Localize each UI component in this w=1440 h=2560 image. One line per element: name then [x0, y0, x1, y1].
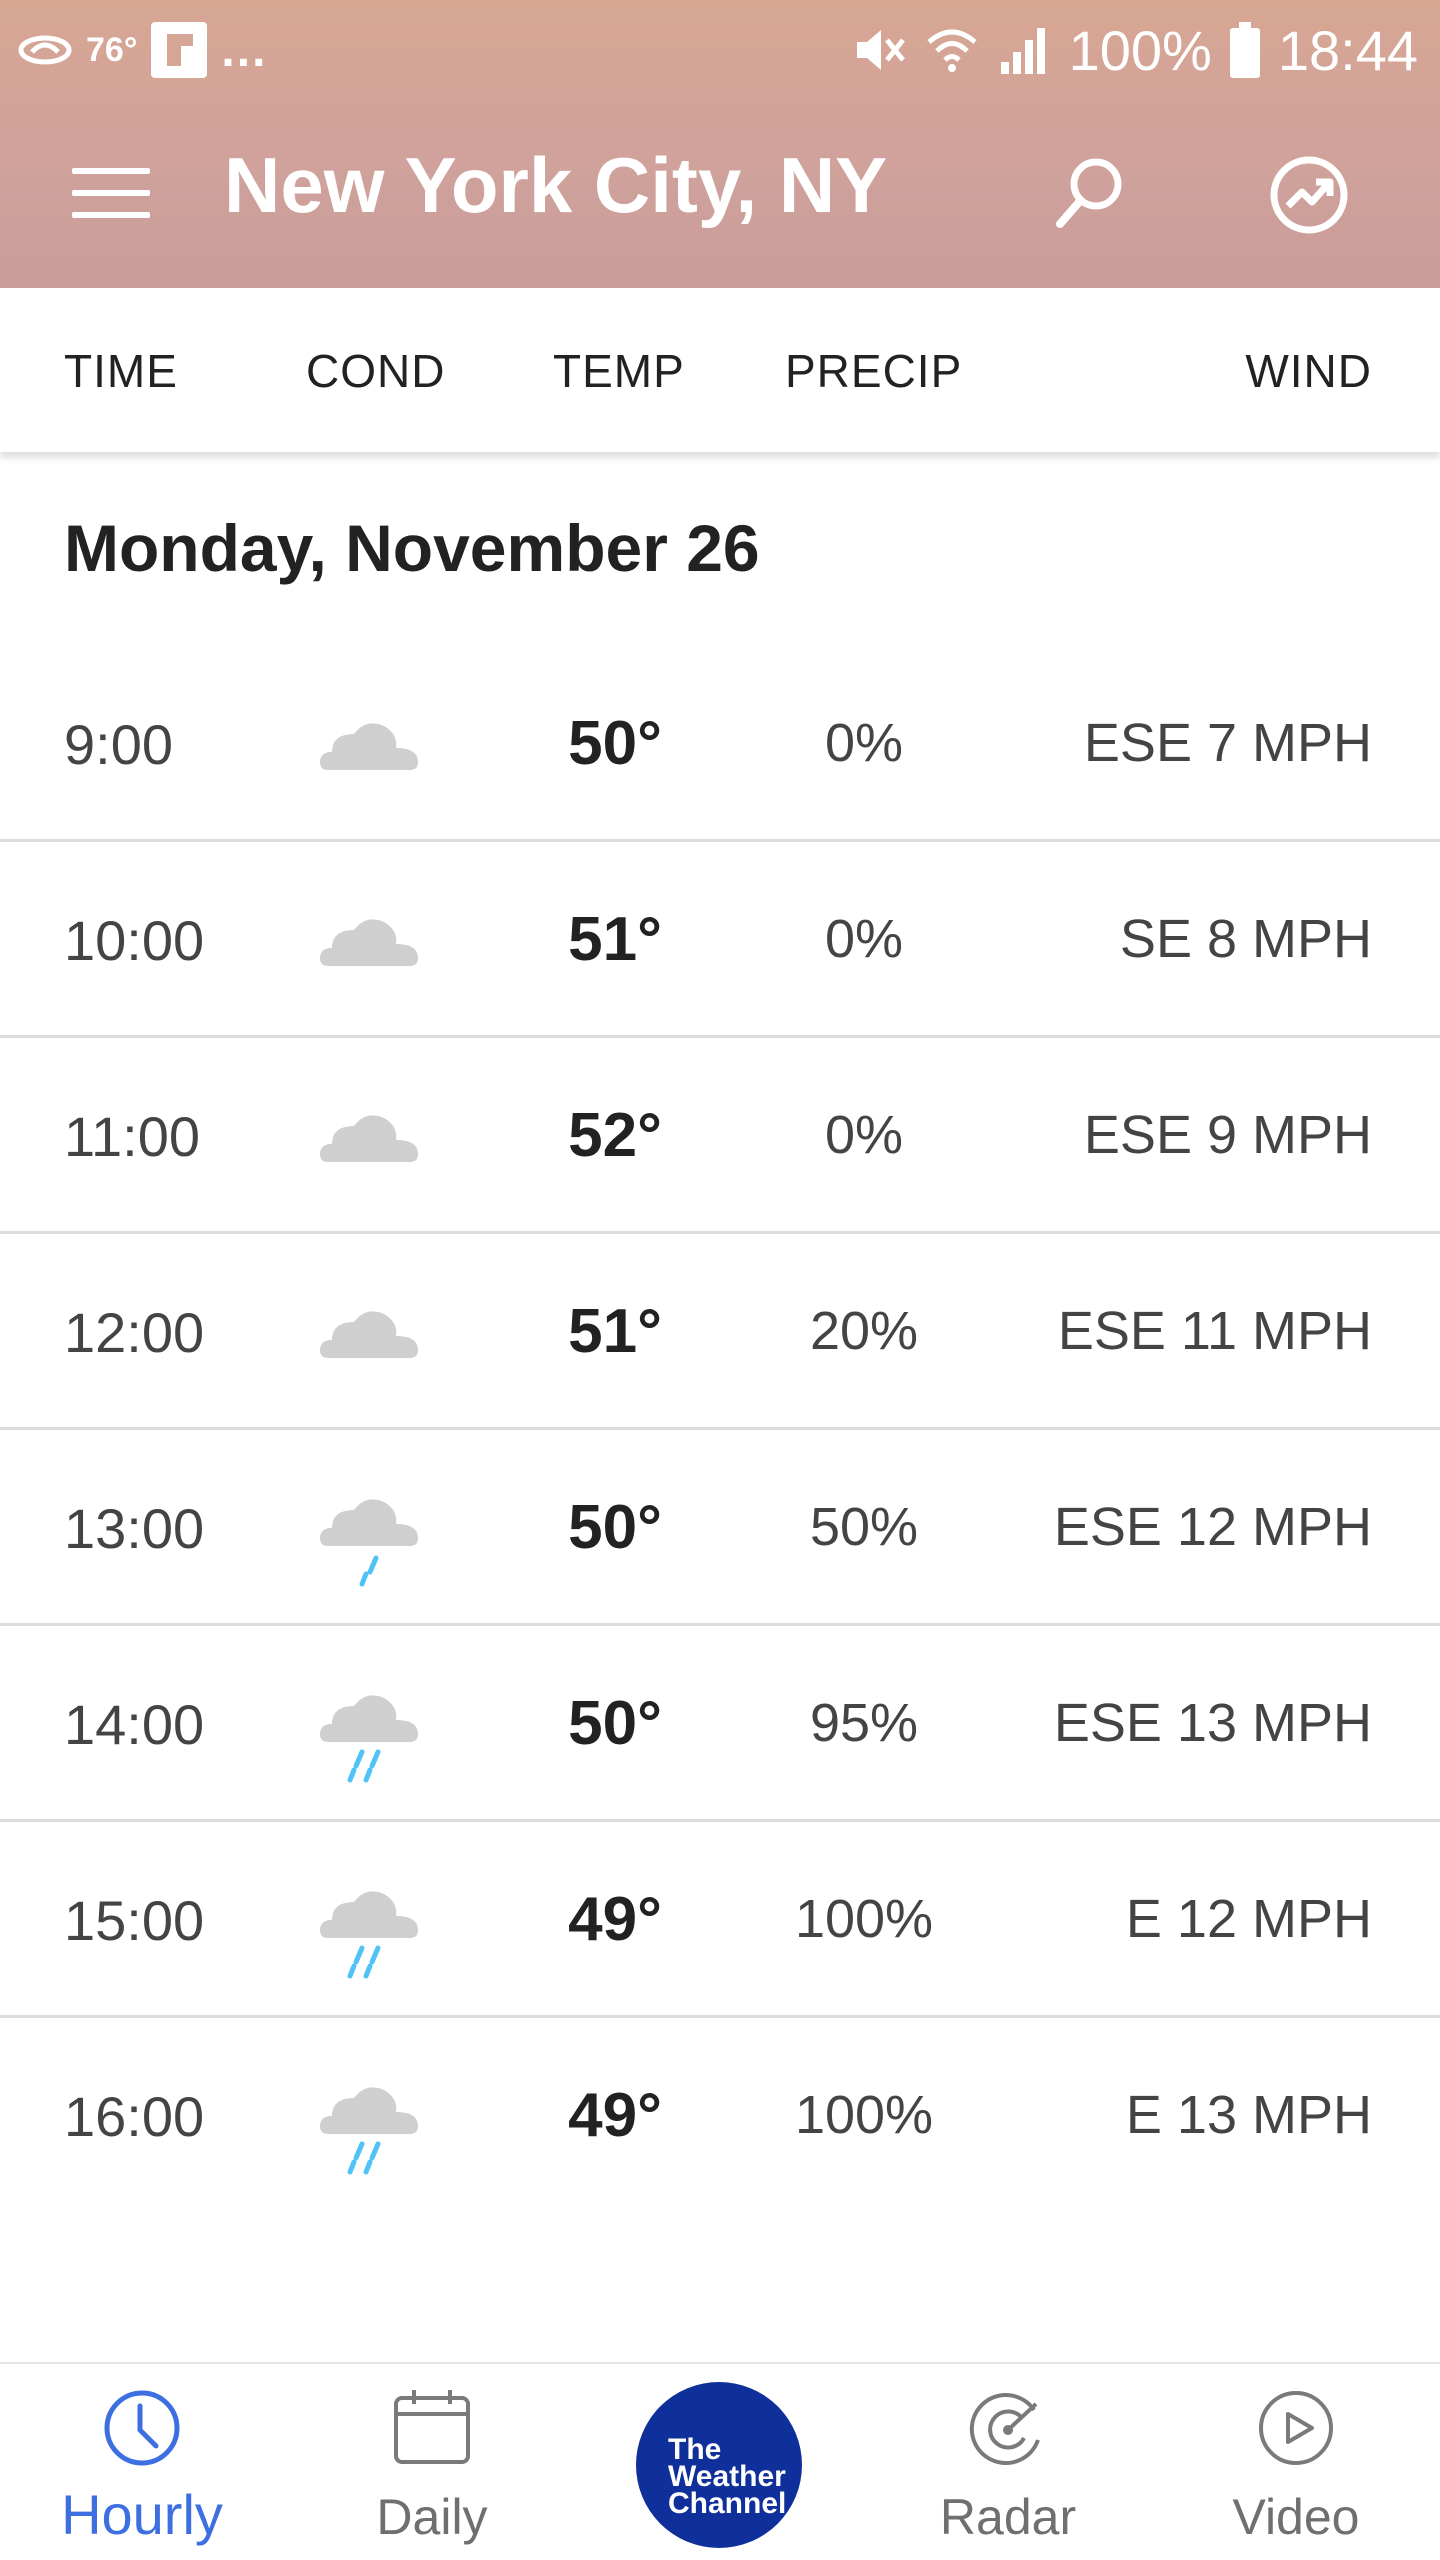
- status-time: 18:44: [1277, 18, 1418, 82]
- logo-line-2: Weather: [668, 2460, 786, 2493]
- hourly-row[interactable]: 10:00 51° 0% SE 8 MPH: [0, 842, 1440, 1038]
- search-icon[interactable]: [1050, 152, 1130, 232]
- rain-icon: [320, 1891, 418, 1979]
- battery-percent: 100%: [1068, 18, 1212, 82]
- weather-channel-logo[interactable]: The Weather Channel: [636, 2382, 802, 2548]
- calendar-icon: [394, 2390, 470, 2464]
- status-temp: 76°: [86, 30, 138, 69]
- trending-icon[interactable]: [1266, 152, 1352, 238]
- hourly-row[interactable]: 16:00 49° 100% E 13 MPH: [0, 2018, 1440, 2214]
- tab-radar-label: Radar: [939, 2489, 1077, 2545]
- radar-icon: [969, 2393, 1040, 2466]
- column-cond: COND: [306, 345, 446, 397]
- menu-icon[interactable]: [72, 162, 150, 222]
- row-precip: 100%: [794, 2085, 934, 2145]
- row-wind: ESE 13 MPH: [1053, 1693, 1372, 1753]
- cloud-icon: [320, 919, 418, 966]
- hourly-row[interactable]: 13:00 50° 50% ESE 12 MPH: [0, 1430, 1440, 1626]
- row-temp: 52°: [568, 1101, 662, 1170]
- hourly-row[interactable]: 15:00 49° 100% E 12 MPH: [0, 1822, 1440, 2018]
- mute-icon: [856, 30, 905, 70]
- app-bar: New York City, NY: [0, 100, 1440, 288]
- row-wind: ESE 9 MPH: [1083, 1105, 1372, 1165]
- row-temp: 49°: [568, 2081, 662, 2150]
- row-time: 15:00: [64, 1889, 205, 1952]
- logo-line-3: Channel: [668, 2487, 787, 2520]
- date-heading: Monday, November 26: [64, 511, 760, 585]
- row-wind: ESE 7 MPH: [1083, 713, 1372, 773]
- light-rain-icon: [320, 1499, 418, 1587]
- column-precip: PRECIP: [785, 345, 963, 397]
- row-time: 12:00: [64, 1301, 205, 1364]
- row-time: 14:00: [64, 1693, 205, 1756]
- row-temp: 51°: [568, 1297, 662, 1366]
- more-notifications: ...: [221, 23, 268, 77]
- cloud-icon: [320, 1311, 418, 1358]
- play-icon: [1259, 2391, 1333, 2465]
- tab-hourly[interactable]: Hourly: [22, 2364, 262, 2560]
- row-wind: E 12 MPH: [1125, 1889, 1372, 1949]
- row-precip: 95%: [809, 1693, 919, 1753]
- row-wind: SE 8 MPH: [1119, 909, 1372, 969]
- row-temp: 50°: [568, 1689, 662, 1758]
- column-temp: TEMP: [553, 345, 685, 397]
- cloud-icon: [320, 1115, 418, 1162]
- hourly-list: 9:00 50° 0% ESE 7 MPH 10:00 51° 0% SE 8 …: [0, 646, 1440, 2214]
- screen: 76° ... 100% 18:44 New York City, NY TIM…: [0, 0, 1440, 2560]
- column-time: TIME: [64, 345, 178, 397]
- tab-video-label: Video: [1232, 2489, 1360, 2545]
- row-temp: 50°: [568, 1493, 662, 1562]
- row-time: 13:00: [64, 1497, 205, 1560]
- rain-icon: [320, 2087, 418, 2175]
- tab-radar[interactable]: Radar: [888, 2364, 1128, 2560]
- status-right: 100% 18:44: [851, 18, 1418, 82]
- hourly-row[interactable]: 11:00 52° 0% ESE 9 MPH: [0, 1038, 1440, 1234]
- wifi-icon: [926, 29, 977, 72]
- hourly-row[interactable]: 9:00 50° 0% ESE 7 MPH: [0, 646, 1440, 842]
- row-precip: 50%: [809, 1497, 919, 1557]
- cloud-icon: [320, 723, 418, 770]
- row-precip: 100%: [794, 1889, 934, 1949]
- row-time: 10:00: [64, 909, 205, 972]
- row-time: 11:00: [64, 1105, 200, 1168]
- signal-icon: [1000, 28, 1045, 74]
- rain-icon: [320, 1695, 418, 1783]
- location-title[interactable]: New York City, NY: [224, 140, 887, 231]
- row-precip: 0%: [824, 713, 904, 773]
- tab-daily[interactable]: Daily: [312, 2364, 552, 2560]
- row-wind: ESE 12 MPH: [1053, 1497, 1372, 1557]
- tab-video[interactable]: Video: [1176, 2364, 1416, 2560]
- bottom-nav: Hourly Daily The Weather Channel Radar V…: [0, 2362, 1440, 2560]
- row-temp: 50°: [568, 709, 662, 778]
- row-time: 9:00: [64, 713, 173, 776]
- row-precip: 20%: [809, 1301, 919, 1361]
- hourly-row[interactable]: 12:00 51° 20% ESE 11 MPH: [0, 1234, 1440, 1430]
- column-header: TIME COND TEMP PRECIP WIND: [0, 288, 1440, 452]
- row-time: 16:00: [64, 2085, 205, 2148]
- row-wind: ESE 11 MPH: [1057, 1301, 1372, 1361]
- clock-icon: [104, 2390, 180, 2466]
- row-temp: 51°: [568, 905, 662, 974]
- battery-icon: [1229, 22, 1260, 78]
- status-left: 76° ...: [18, 18, 267, 82]
- notification-app-icon: [18, 35, 72, 65]
- hourly-row[interactable]: 14:00 50° 95% ESE 13 MPH: [0, 1626, 1440, 1822]
- row-temp: 49°: [568, 1885, 662, 1954]
- flipboard-icon: [151, 22, 208, 78]
- column-wind: WIND: [1245, 345, 1372, 397]
- row-precip: 0%: [824, 1105, 904, 1165]
- tab-daily-label: Daily: [376, 2489, 488, 2545]
- tab-hourly-label: Hourly: [61, 2483, 223, 2546]
- logo-line-1: The: [668, 2433, 722, 2466]
- status-bar: 76° ... 100% 18:44: [0, 0, 1440, 100]
- row-wind: E 13 MPH: [1125, 2085, 1372, 2145]
- row-precip: 0%: [824, 909, 904, 969]
